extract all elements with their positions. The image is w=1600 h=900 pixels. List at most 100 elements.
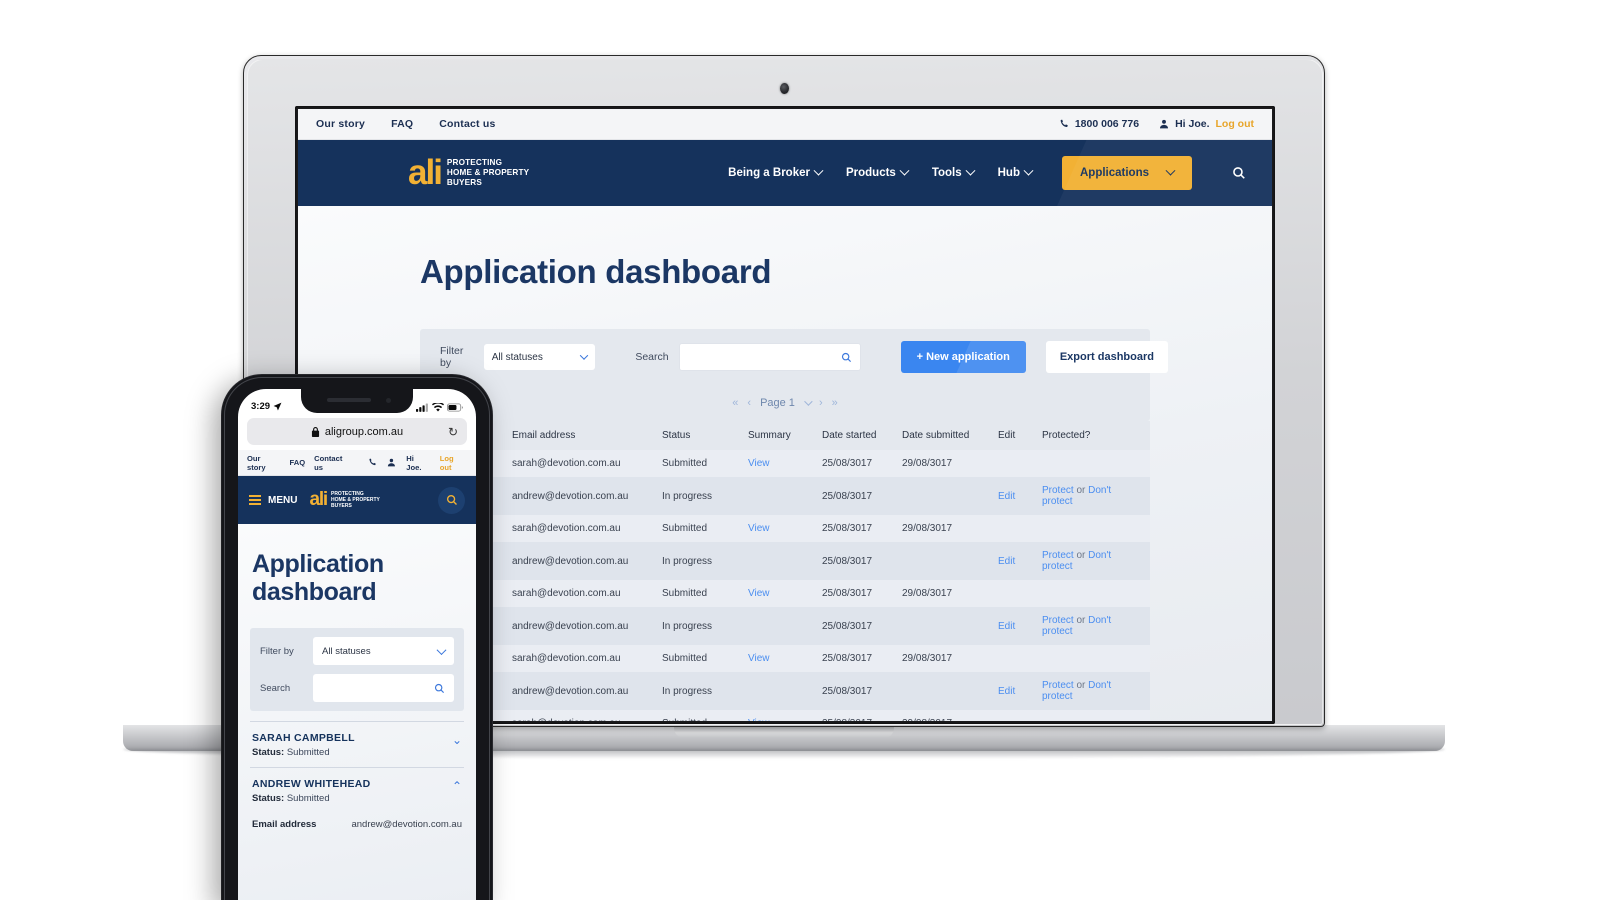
accordion-text-group: ANDREW WHITEHEAD Status: Submitted [252,778,371,804]
cell-status: Submitted [656,710,742,721]
phone-page-body: Application dashboard Filter by All stat… [238,524,476,900]
reload-icon[interactable]: ↻ [448,425,458,439]
brand-logo[interactable]: ali PROTECTING HOME & PROPERTY BUYERS [408,155,530,190]
browser-url-bar[interactable]: aligroup.com.au ↻ [247,418,467,445]
protect-separator: or [1073,615,1089,626]
search-box[interactable] [313,674,454,702]
logout-link[interactable]: Log out [1216,118,1254,130]
table-row: sarah@devotion.com.auSubmittedView25/08/… [420,710,1150,721]
cell-email: sarah@devotion.com.au [506,515,656,542]
menu-button[interactable]: MENU [249,495,297,506]
protect-link[interactable]: Protect [1042,550,1074,561]
cell-date-submitted: 29/08/3017 [896,580,992,607]
protect-separator: or [1073,680,1089,691]
search-input[interactable] [687,351,841,363]
filter-by-row: Filter by All statuses [260,637,454,665]
cell-status: In progress [656,477,742,515]
nav-label-products: Products [845,167,896,179]
cell-summary[interactable]: View [742,710,816,721]
cell-date-submitted [896,477,992,515]
user-account-group[interactable]: Hi Joe. Log out [1159,118,1254,130]
protect-separator: or [1073,485,1089,496]
nav-item-hub[interactable]: Hub [998,165,1034,179]
search-icon[interactable] [841,352,852,363]
filter-panel: Filter by All statuses Search + New appl… [420,329,1168,421]
status-indicators [416,403,463,412]
export-dashboard-button[interactable]: Export dashboard [1045,341,1168,373]
cell-summary[interactable]: View [742,580,816,607]
search-icon[interactable] [1232,166,1246,180]
cell-summary[interactable]: View [742,515,816,542]
cell-edit[interactable]: Edit [992,607,1036,645]
cell-status: Submitted [656,580,742,607]
filter-spacer [238,711,476,721]
cell-summary[interactable]: View [742,450,816,477]
phone-utility-bar: Our story FAQ Contact us Hi Joe. Log out [238,450,476,476]
cell-protected: Protect or Don't protect [1036,607,1150,645]
link-contact-us[interactable]: Contact us [439,118,495,130]
cell-summary [742,607,816,645]
nav-item-tools[interactable]: Tools [932,165,976,179]
chevron-down-icon [580,351,589,360]
user-icon[interactable] [387,458,396,467]
list-item[interactable]: SARAH CAMPBELL Status: Submitted ⌄ [250,721,464,767]
table-row: ...eadandrew@devotion.com.auIn progress2… [420,607,1150,645]
protect-link[interactable]: Protect [1042,615,1074,626]
cell-date-started: 25/08/3017 [816,450,896,477]
status-label: Status: [252,793,285,804]
cell-summary[interactable]: View [742,645,816,672]
phone-icon[interactable] [368,458,377,467]
link-faq[interactable]: FAQ [391,118,413,130]
cell-edit [992,580,1036,607]
link-contact-us[interactable]: Contact us [314,454,352,472]
protect-separator: or [1073,550,1089,561]
nav-label-being-a-broker: Being a Broker [728,167,810,179]
nav-item-products[interactable]: Products [845,165,910,179]
cell-summary [742,477,816,515]
page-title: Application dashboard [238,524,476,606]
cell-date-started: 25/08/3017 [816,515,896,542]
wifi-icon [432,403,444,412]
brand-logo[interactable]: ali PROTECTING HOME & PROPERTY BUYERS [309,490,380,510]
action-cell: + New application Export dashboard [881,329,1188,385]
search-icon[interactable] [438,486,465,514]
list-item[interactable]: ANDREW WHITEHEAD Status: Submitted ⌃ [250,767,464,813]
search-box[interactable] [678,343,861,371]
link-our-story[interactable]: Our story [247,454,281,472]
link-faq[interactable]: FAQ [290,458,306,467]
pagination-last[interactable]: » [832,397,838,409]
new-application-button[interactable]: + New application [900,341,1026,373]
cell-edit[interactable]: Edit [992,672,1036,710]
cell-edit [992,515,1036,542]
status-select[interactable]: All statuses [483,344,596,370]
pagination-first[interactable]: « [732,397,738,409]
chevron-down-icon[interactable] [804,397,813,406]
link-our-story[interactable]: Our story [316,118,365,130]
logout-link[interactable]: Log out [440,454,467,472]
chevron-down-icon[interactable]: ⌄ [452,734,462,746]
pagination-page-label[interactable]: Page 1 [760,397,795,409]
cell-status: In progress [656,672,742,710]
pagination-next[interactable]: › [819,397,823,409]
applicant-status: Status: Submitted [252,793,371,804]
protect-link[interactable]: Protect [1042,485,1074,496]
protect-link[interactable]: Protect [1042,680,1074,691]
search-icon[interactable] [434,683,445,694]
cell-email: andrew@devotion.com.au [506,477,656,515]
th-email: Email address [506,421,656,450]
logo-tagline: PROTECTING HOME & PROPERTY BUYERS [331,491,380,510]
status-value: Submitted [286,747,330,758]
cell-edit [992,710,1036,721]
phone-number-group[interactable]: 1800 006 776 [1059,118,1139,130]
cell-date-started: 25/08/3017 [816,542,896,580]
hamburger-icon [249,494,261,506]
logo-tagline-line2: HOME & PROPERTY [446,168,530,177]
applications-button[interactable]: Applications [1061,156,1192,190]
th-date-started: Date started [816,421,896,450]
cell-edit[interactable]: Edit [992,542,1036,580]
cell-edit[interactable]: Edit [992,477,1036,515]
chevron-up-icon[interactable]: ⌃ [452,780,462,792]
status-select[interactable]: All statuses [313,637,454,665]
pagination-prev[interactable]: ‹ [747,397,751,409]
nav-item-being-a-broker[interactable]: Being a Broker [728,165,824,179]
